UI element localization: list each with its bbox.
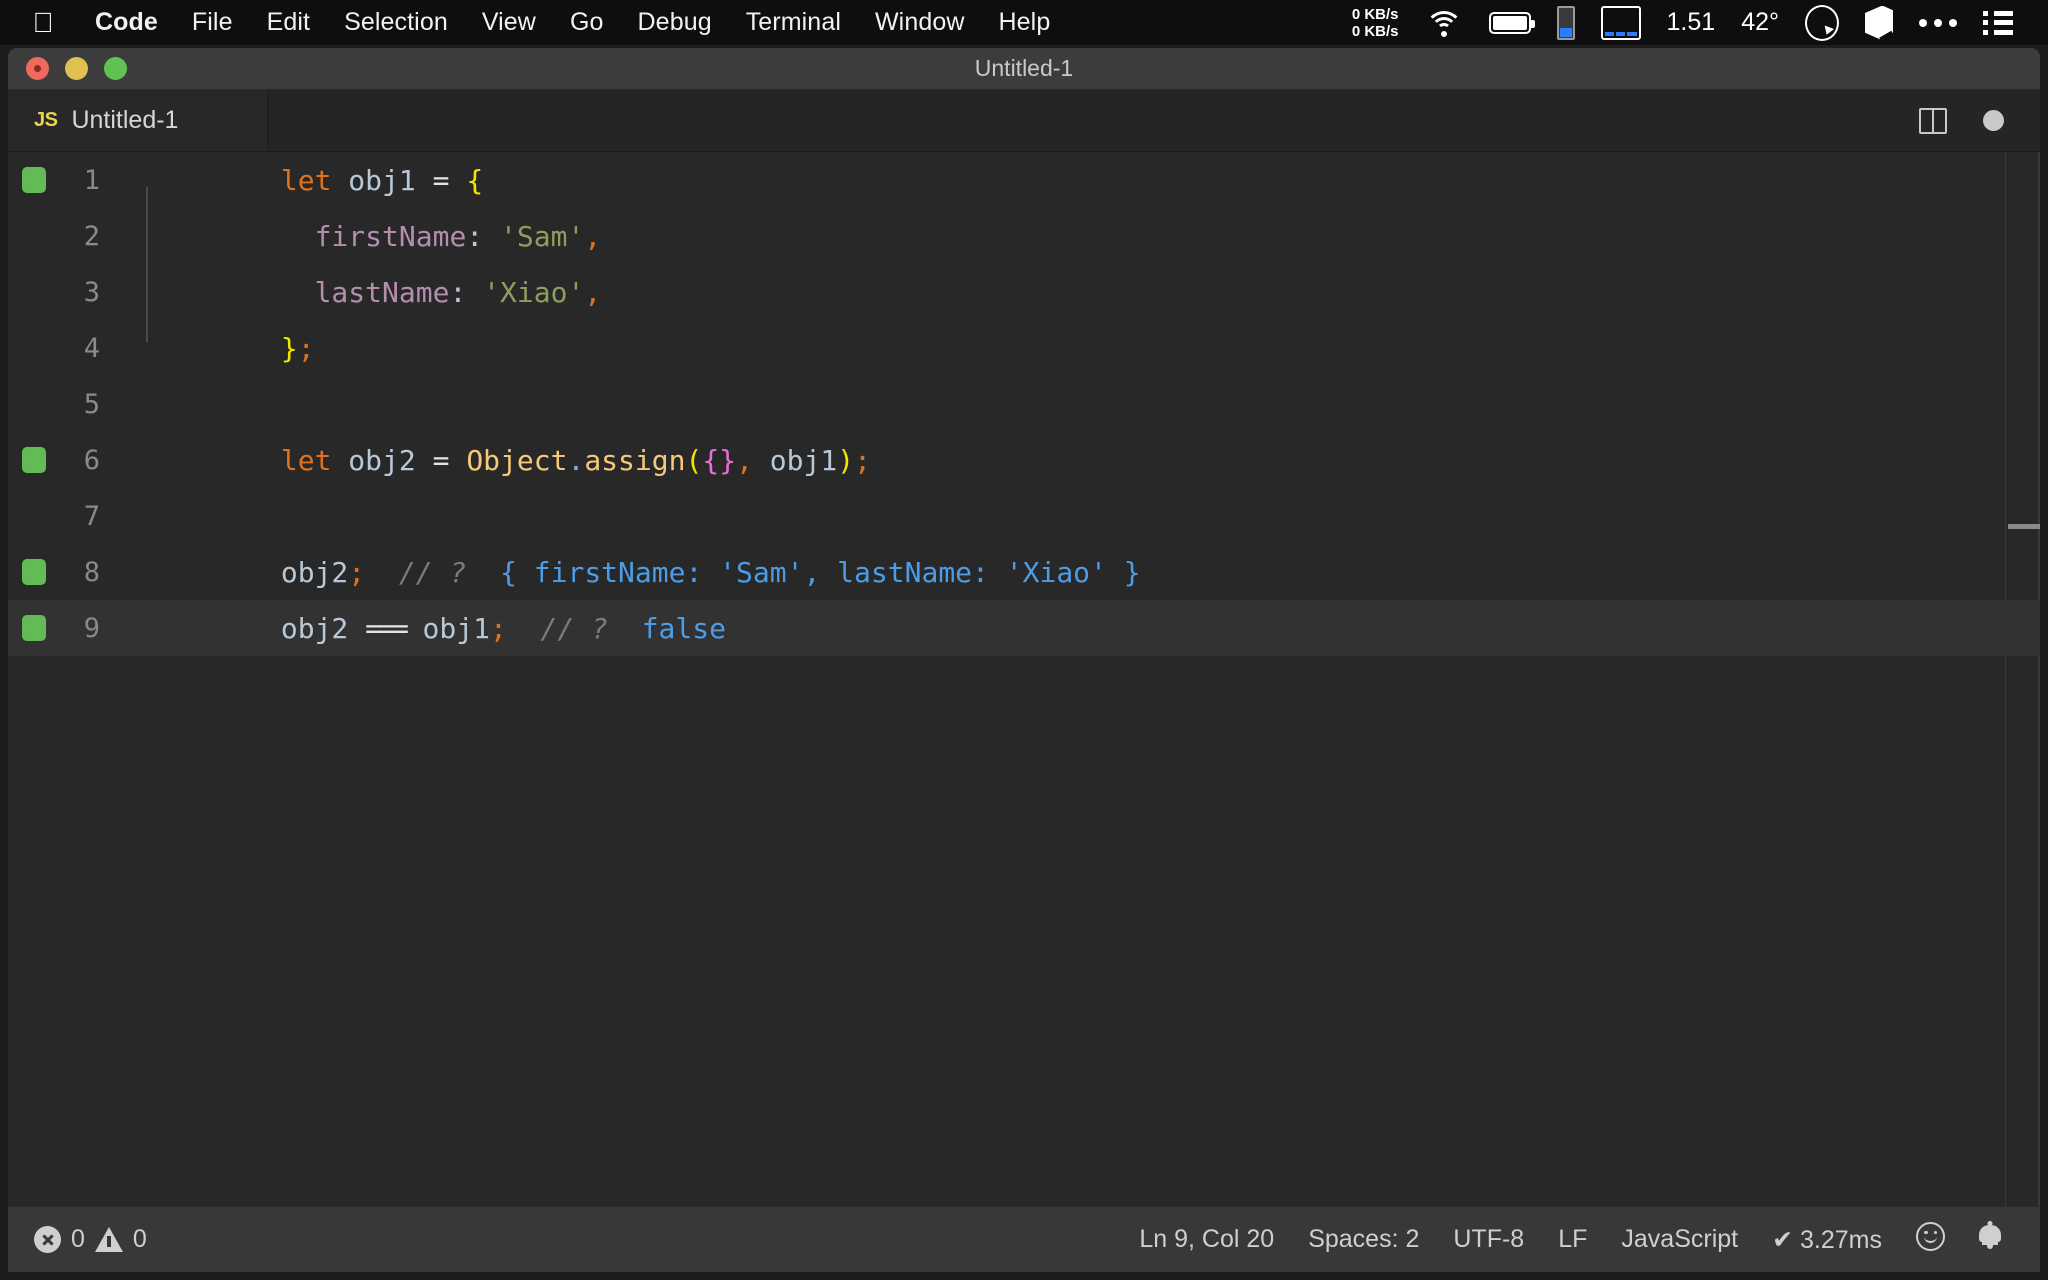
menu-item-selection[interactable]: Selection xyxy=(327,8,465,37)
javascript-file-icon: JS xyxy=(34,109,57,132)
cursor-position[interactable]: Ln 9, Col 20 xyxy=(1122,1225,1291,1254)
editor-tabbar: JS Untitled-1 xyxy=(8,90,2040,152)
line-number: 3 xyxy=(8,277,128,308)
wifi-icon[interactable] xyxy=(1412,0,1476,45)
temperature-label: 42° xyxy=(1741,8,1779,37)
git-change-marker xyxy=(22,615,46,641)
square-graph-icon[interactable] xyxy=(1588,0,1654,45)
split-editor-icon[interactable] xyxy=(1919,108,1947,134)
notifications-bell-icon[interactable] xyxy=(1962,1223,2018,1256)
vertical-meter-icon[interactable] xyxy=(1544,0,1588,45)
menu-item-file[interactable]: File xyxy=(175,8,250,37)
minimize-button[interactable] xyxy=(65,57,88,80)
menubar-app-menus:  Code File Edit Selection View Go Debug… xyxy=(0,0,1067,45)
menu-item-terminal[interactable]: Terminal xyxy=(729,8,858,37)
network-speed-indicator[interactable]: 0 KB/s 0 KB/s xyxy=(1339,0,1412,45)
line-number: 7 xyxy=(8,501,128,532)
token-property-lastname: lastName xyxy=(315,276,450,309)
menu-item-window[interactable]: Window xyxy=(858,8,982,37)
token-object-global: Object xyxy=(466,444,567,477)
code-line-6[interactable]: 6 let obj2 = Object.assign({}, obj1); xyxy=(8,432,2040,488)
status-bar-right: Ln 9, Col 20 Spaces: 2 UTF-8 LF JavaScri… xyxy=(1122,1222,2040,1258)
git-change-marker xyxy=(22,167,46,193)
inline-result-value: false xyxy=(642,612,726,645)
line-number: 5 xyxy=(8,389,128,420)
token-comma: , xyxy=(736,444,753,477)
execution-timing[interactable]: ✔ 3.27ms xyxy=(1755,1225,1899,1255)
menu-item-go[interactable]: Go xyxy=(553,8,621,37)
line-number: 2 xyxy=(8,221,128,252)
temperature-value[interactable]: 42° xyxy=(1728,0,1792,45)
token-semicolon: ; xyxy=(854,444,871,477)
token-identifier-obj1: obj1 xyxy=(423,612,490,645)
unsaved-indicator-icon[interactable] xyxy=(1983,110,2004,131)
token-operator-strict-equality: === xyxy=(365,612,406,645)
window-traffic-lights xyxy=(26,57,127,80)
file-encoding[interactable]: UTF-8 xyxy=(1436,1225,1541,1254)
token-semicolon: ; xyxy=(298,332,315,365)
menu-item-edit[interactable]: Edit xyxy=(250,8,327,37)
status-bar-left: 0 0 xyxy=(34,1225,147,1254)
line-content: obj2 === obj1; // ? false xyxy=(128,579,726,678)
token-paren-close: ) xyxy=(837,444,854,477)
warning-icon[interactable] xyxy=(95,1227,123,1252)
apple-logo-icon[interactable]:  xyxy=(30,8,56,38)
token-paren-open: ( xyxy=(685,444,702,477)
close-button[interactable] xyxy=(26,57,49,80)
code-editor[interactable]: 1 let obj1 = { 2 firstName: 'Sam', 3 las… xyxy=(8,152,2040,1206)
menu-item-debug[interactable]: Debug xyxy=(621,8,729,37)
token-comment: // ? xyxy=(541,612,608,645)
macos-menubar:  Code File Edit Selection View Go Debug… xyxy=(0,0,2048,45)
editor-tab-actions xyxy=(1919,90,2040,151)
token-empty-object-literal: {} xyxy=(702,444,736,477)
token-argument-obj1: obj1 xyxy=(770,444,837,477)
window-titlebar: Untitled-1 xyxy=(8,48,2040,90)
token-identifier-obj2: obj2 xyxy=(281,612,348,645)
menu-item-view[interactable]: View xyxy=(465,8,553,37)
maximize-button[interactable] xyxy=(104,57,127,80)
tab-untitled-1[interactable]: JS Untitled-1 xyxy=(8,90,268,151)
feedback-smiley-icon[interactable] xyxy=(1899,1222,1962,1258)
load-value-label: 1.51 xyxy=(1667,8,1716,37)
git-change-marker xyxy=(22,559,46,585)
code-line-4[interactable]: 4 }; xyxy=(8,320,2040,376)
battery-icon[interactable] xyxy=(1476,0,1544,45)
language-mode[interactable]: JavaScript xyxy=(1604,1225,1755,1254)
indentation-setting[interactable]: Spaces: 2 xyxy=(1291,1225,1436,1254)
tab-label: Untitled-1 xyxy=(71,106,178,135)
token-keyword-let: let xyxy=(281,444,332,477)
menubar-status-items: 0 KB/s 0 KB/s 1.51 42° xyxy=(1339,0,2048,45)
token-identifier-obj2: obj2 xyxy=(348,444,415,477)
token-semicolon: ; xyxy=(490,612,507,645)
token-colon: : xyxy=(449,276,466,309)
three-dots-icon[interactable] xyxy=(1906,0,1970,45)
git-change-marker xyxy=(22,447,46,473)
line-number: 4 xyxy=(8,333,128,364)
warning-count[interactable]: 0 xyxy=(133,1225,147,1254)
network-download-speed: 0 KB/s xyxy=(1352,23,1399,40)
clock-timer-icon[interactable] xyxy=(1792,0,1852,45)
end-of-line-sequence[interactable]: LF xyxy=(1541,1225,1604,1254)
token-dot: . xyxy=(567,444,584,477)
vscode-window: Untitled-1 JS Untitled-1 1 let obj1 = { … xyxy=(8,48,2040,1272)
token-brace-close: } xyxy=(281,332,298,365)
list-menu-icon[interactable] xyxy=(1970,0,2026,45)
token-comma: , xyxy=(584,276,601,309)
menu-item-help[interactable]: Help xyxy=(982,8,1068,37)
code-line-9[interactable]: 9 obj2 === obj1; // ? false xyxy=(8,600,2040,656)
token-string-xiao: 'Xiao' xyxy=(483,276,584,309)
token-method-assign: assign xyxy=(584,444,685,477)
network-upload-speed: 0 KB/s xyxy=(1352,6,1399,23)
error-count[interactable]: 0 xyxy=(71,1225,85,1254)
token-operator-assign: = xyxy=(433,444,450,477)
error-icon[interactable] xyxy=(34,1226,61,1253)
cube-icon[interactable] xyxy=(1852,0,1906,45)
window-title: Untitled-1 xyxy=(8,55,2040,82)
status-bar: 0 0 Ln 9, Col 20 Spaces: 2 UTF-8 LF Java… xyxy=(8,1206,2040,1272)
menu-item-code[interactable]: Code xyxy=(78,8,175,37)
system-load-value[interactable]: 1.51 xyxy=(1654,0,1729,45)
